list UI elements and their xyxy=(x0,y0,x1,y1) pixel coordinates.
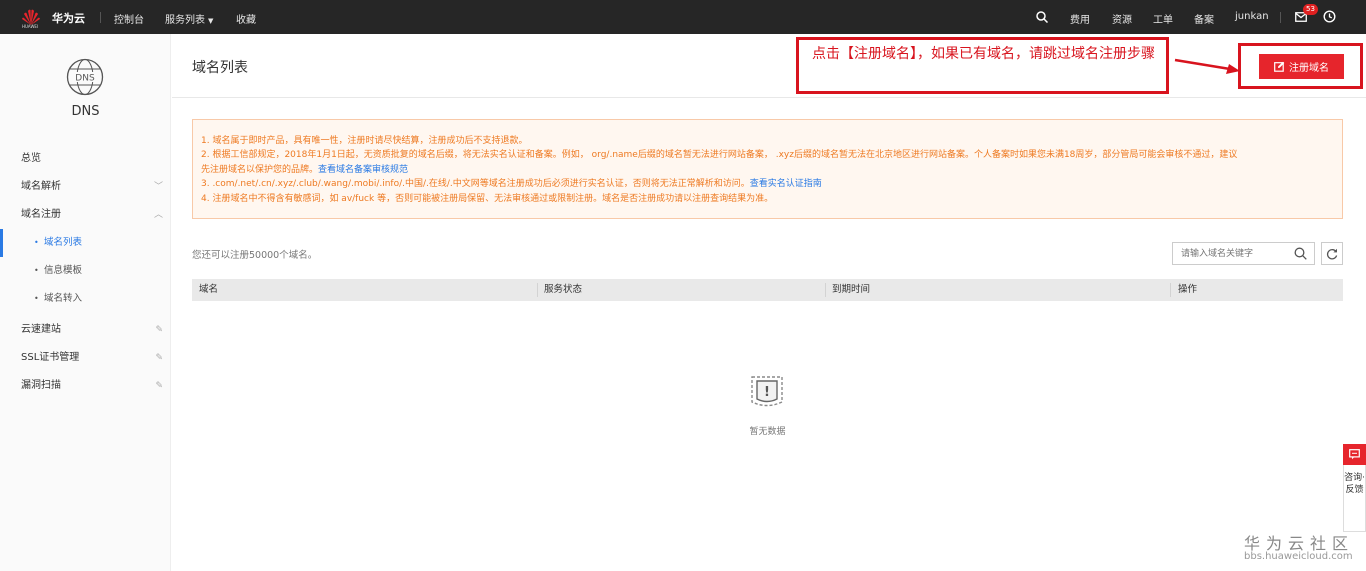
refresh-icon xyxy=(1326,248,1338,260)
watermark-url: bbs.huaweicloud.com xyxy=(1244,551,1353,562)
column-header-expiry: 到期时间 xyxy=(832,284,871,295)
pencil-icon: ✎ xyxy=(155,381,163,391)
search-box xyxy=(1172,242,1315,265)
sidebar-subitem-domain-transfer[interactable]: • 域名转入 xyxy=(0,285,171,313)
feedback-icon-wrap xyxy=(1343,444,1366,465)
notice-line: 3. .com/.net/.cn/.xyz/.club/.wang/.mobi/… xyxy=(201,177,1334,191)
sidebar: DNS DNS 总览 域名解析 ﹀ 域名注册 ︿ • 域名列表 • 信息模板 • 域名转入… xyxy=(0,34,171,571)
empty-data-icon: ! xyxy=(751,376,783,407)
mail-count-badge: 53 xyxy=(1303,4,1318,15)
table-header: 域名 服务状态 到期时间 操作 xyxy=(192,279,1343,301)
pencil-icon: ✎ xyxy=(155,353,163,363)
sidebar-subitem-domain-list[interactable]: • 域名列表 xyxy=(0,229,171,257)
sidebar-item-domain-resolution[interactable]: 域名解析 ﹀ xyxy=(0,173,171,201)
logo-subtext: HUAWEI xyxy=(22,24,39,29)
sidebar-item-label: 总览 xyxy=(21,153,41,164)
dns-icon: DNS xyxy=(66,58,104,96)
notice-line-text: 3. .com/.net/.cn/.xyz/.club/.wang/.mobi/… xyxy=(201,179,750,190)
register-domain-label: 注册域名 xyxy=(1289,63,1329,74)
sidebar-item-overview[interactable]: 总览 xyxy=(0,145,171,173)
sidebar-subitem-label: 信息模板 xyxy=(44,265,83,276)
notice-line: 1. 域名属于即时产品，具有唯一性，注册时请尽快结算，注册成功后不支持退款。 xyxy=(201,136,528,146)
nav-fees-link[interactable]: 费用 xyxy=(1070,11,1090,26)
brand-name[interactable]: 华为云 xyxy=(52,10,85,26)
filing-rules-link[interactable]: 查看域名备案审核规范 xyxy=(318,165,408,175)
svg-text:!: ! xyxy=(764,385,770,400)
column-divider xyxy=(825,283,826,297)
sidebar-item-label: 域名注册 xyxy=(21,209,61,220)
caret-down-icon: ▼ xyxy=(208,17,214,25)
remaining-count-text: 您还可以注册50000个域名。 xyxy=(192,250,318,261)
column-divider xyxy=(537,283,538,297)
feedback-label: 咨询·反馈 xyxy=(1344,473,1365,495)
search-icon[interactable] xyxy=(1036,11,1048,23)
sidebar-item-vuln-scan[interactable]: 漏洞扫描 ✎ xyxy=(0,372,171,400)
column-header-status: 服务状态 xyxy=(544,284,583,295)
feedback-float-button[interactable]: 咨询·反馈 xyxy=(1343,444,1366,532)
nav-resources-link[interactable]: 资源 xyxy=(1112,11,1132,26)
nav-console-link[interactable]: 控制台 xyxy=(114,11,144,26)
sidebar-subitem-label: 域名列表 xyxy=(44,237,83,248)
clock-icon[interactable] xyxy=(1323,10,1336,23)
real-name-guide-link[interactable]: 查看实名认证指南 xyxy=(750,179,822,189)
top-navigation-bar: HUAWEI 华为云 控制台 服务列表 ▼ 收藏 费用 资源 工单 备案 junk… xyxy=(0,0,1366,34)
chevron-down-icon: ﹀ xyxy=(153,182,163,192)
empty-data-text: 暂无数据 xyxy=(749,427,786,437)
dns-icon-text: DNS xyxy=(75,74,95,84)
column-divider xyxy=(1170,283,1171,297)
sidebar-item-domain-registration[interactable]: 域名注册 ︿ xyxy=(0,201,171,229)
nav-services-menu[interactable]: 服务列表 ▼ xyxy=(165,11,213,26)
sidebar-item-label: 漏洞扫描 xyxy=(21,380,61,391)
refresh-button[interactable] xyxy=(1321,242,1343,265)
chevron-up-icon: ︿ xyxy=(153,210,163,220)
notice-line-text: 先注册域名以保护您的品牌。 xyxy=(201,164,319,175)
sidebar-item-ssl[interactable]: SSL证书管理 ✎ xyxy=(0,344,171,372)
sidebar-item-label: 云速建站 xyxy=(21,324,61,335)
nav-services-label: 服务列表 xyxy=(165,15,205,26)
column-header-actions: 操作 xyxy=(1178,284,1198,295)
username-menu[interactable]: junkan xyxy=(1235,11,1269,22)
register-domain-button[interactable]: 注册域名 xyxy=(1259,54,1344,79)
sidebar-item-site-builder[interactable]: 云速建站 ✎ xyxy=(0,316,171,344)
nav-favorites-link[interactable]: 收藏 xyxy=(236,11,256,26)
bullet-icon: • xyxy=(34,266,39,275)
bullet-icon: • xyxy=(34,294,39,303)
sidebar-item-label: SSL证书管理 xyxy=(21,352,80,363)
service-title: DNS xyxy=(71,104,100,119)
edit-icon xyxy=(1274,61,1285,72)
sidebar-subitem-info-template[interactable]: • 信息模板 xyxy=(0,257,171,285)
sidebar-item-label: 域名解析 xyxy=(21,181,61,192)
nav-tickets-link[interactable]: 工单 xyxy=(1153,11,1173,26)
arrow-icon xyxy=(1174,58,1240,74)
divider xyxy=(100,12,101,23)
notice-line: 4. 注册域名中不得含有敏感词，如 av/fuck 等，否则可能被注册局保留、无… xyxy=(201,193,774,204)
search-icon[interactable] xyxy=(1294,247,1307,260)
domain-search-input[interactable] xyxy=(1173,243,1291,264)
bullet-icon: • xyxy=(34,238,39,247)
divider xyxy=(1280,12,1281,23)
nav-filing-link[interactable]: 备案 xyxy=(1194,11,1214,26)
column-header-domain: 域名 xyxy=(199,284,219,295)
sidebar-subitem-label: 域名转入 xyxy=(44,293,83,304)
pencil-icon: ✎ xyxy=(155,325,163,335)
annotation-text: 点击【注册域名】，如果已有域名，请跳过域名注册步骤 xyxy=(812,46,1155,62)
page-title: 域名列表 xyxy=(192,60,248,76)
chat-icon xyxy=(1349,449,1360,460)
notice-line: 先注册域名以保护您的品牌。查看域名备案审核规范 xyxy=(201,163,1334,177)
notice-panel: 1. 域名属于即时产品，具有唯一性，注册时请尽快结算，注册成功后不支持退款。 2… xyxy=(192,119,1343,219)
notice-line: 2. 根据工信部规定，2018年1月1日起，无资质批复的域名后缀，将无法实名认证… xyxy=(201,150,1238,161)
divider xyxy=(172,97,1366,98)
